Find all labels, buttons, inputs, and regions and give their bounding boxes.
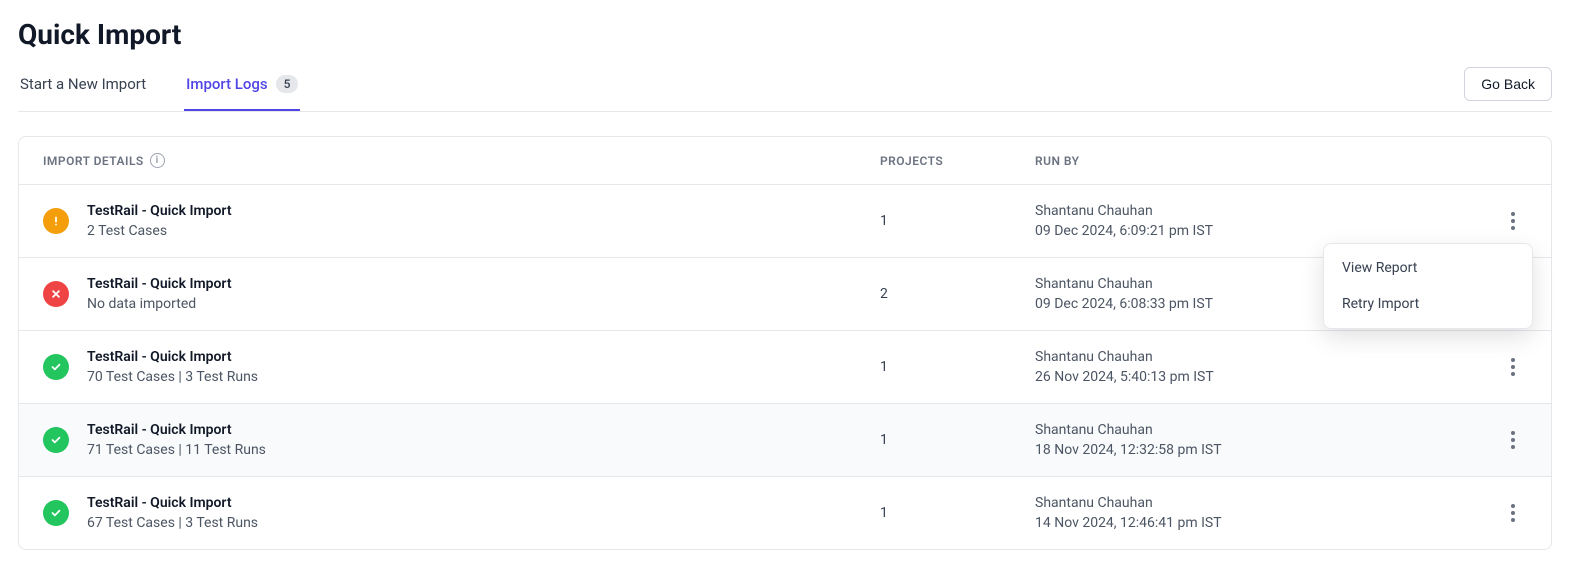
table-row: TestRail - Quick Import No data imported 2…	[19, 257, 1551, 330]
go-back-button[interactable]: Go Back	[1464, 67, 1552, 101]
import-title: TestRail - Quick Import	[87, 422, 266, 438]
runby-timestamp: 26 Nov 2024, 5:40:13 pm IST	[1035, 369, 1455, 385]
row-actions-menu-button[interactable]	[1499, 353, 1527, 381]
row-actions-menu-button[interactable]	[1499, 426, 1527, 454]
table-row: TestRail - Quick Import 67 Test Cases | 3…	[19, 476, 1551, 549]
runby-user: Shantanu Chauhan	[1035, 349, 1455, 365]
tab-import-logs[interactable]: Import Logs 5	[184, 65, 300, 111]
runby-timestamp: 18 Nov 2024, 12:32:58 pm IST	[1035, 442, 1455, 458]
row-actions-dropdown: View ReportRetry Import	[1323, 243, 1533, 329]
success-status-icon	[43, 354, 69, 380]
import-logs-table: IMPORT DETAILS i PROJECTS RUN BY TestRai…	[18, 136, 1552, 550]
import-subtitle: No data imported	[87, 296, 232, 312]
table-row: TestRail - Quick Import 70 Test Cases | 3…	[19, 330, 1551, 403]
tab-label: Start a New Import	[20, 75, 146, 93]
column-header-details: IMPORT DETAILS	[43, 154, 144, 168]
column-header-runby: RUN BY	[1035, 154, 1455, 168]
tab-label: Import Logs	[186, 75, 267, 93]
import-subtitle: 67 Test Cases | 3 Test Runs	[87, 515, 258, 531]
table-row: TestRail - Quick Import 71 Test Cases | 1…	[19, 403, 1551, 476]
kebab-icon	[1511, 212, 1515, 230]
runby-user: Shantanu Chauhan	[1035, 203, 1455, 219]
view-report-item[interactable]: View Report	[1324, 250, 1532, 286]
runby-timestamp: 09 Dec 2024, 6:09:21 pm IST	[1035, 223, 1455, 239]
import-subtitle: 71 Test Cases | 11 Test Runs	[87, 442, 266, 458]
import-title: TestRail - Quick Import	[87, 495, 258, 511]
tab-start-new-import[interactable]: Start a New Import	[18, 65, 148, 111]
success-status-icon	[43, 427, 69, 453]
error-status-icon	[43, 281, 69, 307]
kebab-icon	[1511, 358, 1515, 376]
warning-status-icon	[43, 208, 69, 234]
projects-count: 1	[880, 359, 1035, 375]
import-subtitle: 70 Test Cases | 3 Test Runs	[87, 369, 258, 385]
runby-user: Shantanu Chauhan	[1035, 495, 1455, 511]
retry-import-item[interactable]: Retry Import	[1324, 286, 1532, 322]
projects-count: 1	[880, 213, 1035, 229]
projects-count: 1	[880, 505, 1035, 521]
kebab-icon	[1511, 504, 1515, 522]
import-title: TestRail - Quick Import	[87, 276, 232, 292]
table-header: IMPORT DETAILS i PROJECTS RUN BY	[19, 137, 1551, 184]
projects-count: 2	[880, 286, 1035, 302]
runby-timestamp: 14 Nov 2024, 12:46:41 pm IST	[1035, 515, 1455, 531]
tab-count-badge: 5	[276, 75, 299, 93]
column-header-projects: PROJECTS	[880, 154, 1035, 168]
table-row: TestRail - Quick Import 2 Test Cases 1Shan…	[19, 184, 1551, 257]
info-icon[interactable]: i	[150, 153, 165, 168]
projects-count: 1	[880, 432, 1035, 448]
runby-user: Shantanu Chauhan	[1035, 422, 1455, 438]
kebab-icon	[1511, 431, 1515, 449]
success-status-icon	[43, 500, 69, 526]
import-title: TestRail - Quick Import	[87, 349, 258, 365]
import-title: TestRail - Quick Import	[87, 203, 232, 219]
page-title: Quick Import	[18, 18, 1552, 51]
row-actions-menu-button[interactable]	[1499, 499, 1527, 527]
tab-row: Start a New Import Import Logs 5 Go Back	[18, 65, 1552, 112]
row-actions-menu-button[interactable]	[1499, 207, 1527, 235]
import-subtitle: 2 Test Cases	[87, 223, 232, 239]
